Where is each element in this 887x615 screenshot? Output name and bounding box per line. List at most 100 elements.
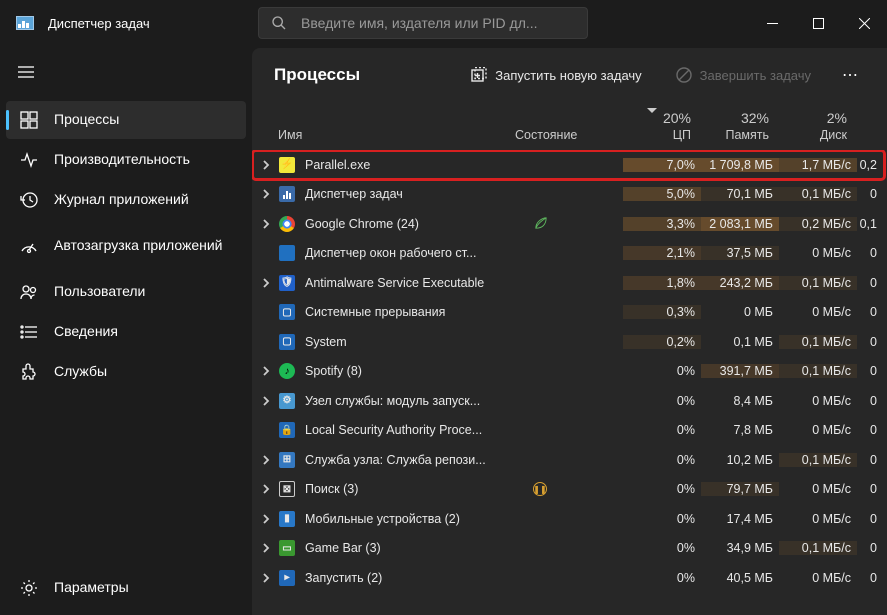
- process-name: Мобильные устройства (2): [305, 512, 533, 526]
- nav-users[interactable]: Пользователи: [6, 273, 246, 311]
- memory-cell: 0,1 МБ: [701, 335, 779, 349]
- cpu-cell: 0,2%: [623, 335, 701, 349]
- chevron-right-icon[interactable]: [254, 396, 278, 406]
- maximize-button[interactable]: [795, 0, 841, 46]
- table-row[interactable]: ⚙Узел службы: модуль запуск...0%8,4 МБ0 …: [252, 386, 885, 416]
- chevron-right-icon[interactable]: [254, 543, 278, 553]
- nav-settings[interactable]: Параметры: [6, 569, 246, 607]
- table-row[interactable]: ♪Spotify (8)0%391,7 МБ0,1 МБ/с0: [252, 357, 885, 387]
- list-icon: [20, 323, 38, 341]
- table-row[interactable]: ⚡Parallel.exe7,0%1 709,8 МБ1,7 МБ/с0,2: [252, 150, 885, 180]
- process-name: Antimalware Service Executable: [305, 276, 533, 290]
- col-memory[interactable]: 32%Память: [691, 110, 769, 142]
- nav-app-history[interactable]: Журнал приложений: [6, 181, 246, 219]
- process-icon: ⚙: [278, 393, 296, 409]
- col-name[interactable]: Имя: [278, 128, 515, 142]
- table-row[interactable]: Диспетчер задач5,0%70,1 МБ0,1 МБ/с0: [252, 180, 885, 210]
- chevron-right-icon[interactable]: [254, 366, 278, 376]
- sidebar: Процессы Производительность Журнал прило…: [0, 46, 252, 615]
- col-status[interactable]: Состояние: [515, 128, 613, 142]
- cpu-cell: 0%: [623, 482, 701, 496]
- cpu-cell: 3,3%: [623, 217, 701, 231]
- search-input[interactable]: [301, 15, 575, 31]
- run-task-icon: [471, 67, 487, 83]
- process-icon: ⊠: [278, 481, 296, 497]
- chevron-right-icon[interactable]: [254, 160, 278, 170]
- process-name: Spotify (8): [305, 364, 533, 378]
- close-button[interactable]: [841, 0, 887, 46]
- chevron-right-icon[interactable]: [254, 189, 278, 199]
- nav-processes[interactable]: Процессы: [6, 101, 246, 139]
- memory-cell: 37,5 МБ: [701, 246, 779, 260]
- col-cpu[interactable]: 20%ЦП: [613, 110, 691, 142]
- table-row[interactable]: 🔒Local Security Authority Proce...0%7,8 …: [252, 416, 885, 446]
- chevron-right-icon[interactable]: [254, 278, 278, 288]
- disk-cell: 0,1 МБ/с: [779, 453, 857, 467]
- table-row[interactable]: ▢Системные прерывания0,3%0 МБ0 МБ/с0: [252, 298, 885, 328]
- process-icon: [278, 186, 296, 202]
- app-icon: [16, 16, 34, 30]
- memory-cell: 243,2 МБ: [701, 276, 779, 290]
- minimize-button[interactable]: [749, 0, 795, 46]
- cpu-cell: 0%: [623, 423, 701, 437]
- disk-cell: 1,7 МБ/с: [779, 158, 857, 172]
- process-icon: ▮: [278, 511, 296, 527]
- extra-cell: 0: [857, 423, 877, 437]
- chevron-right-icon[interactable]: [254, 484, 278, 494]
- process-status: [533, 216, 623, 231]
- table-row[interactable]: Google Chrome (24)3,3%2 083,1 МБ0,2 МБ/с…: [252, 209, 885, 239]
- memory-cell: 40,5 МБ: [701, 571, 779, 585]
- table-row[interactable]: ▭Game Bar (3)0%34,9 МБ0,1 МБ/с0: [252, 534, 885, 564]
- cpu-cell: 0%: [623, 541, 701, 555]
- extra-cell: 0,2: [857, 158, 877, 172]
- table-row[interactable]: ▢System0,2%0,1 МБ0,1 МБ/с0: [252, 327, 885, 357]
- run-task-button[interactable]: Запустить новую задачу: [459, 58, 653, 92]
- memory-cell: 34,9 МБ: [701, 541, 779, 555]
- process-name: Диспетчер задач: [305, 187, 533, 201]
- memory-cell: 1 709,8 МБ: [701, 158, 779, 172]
- search-icon: [271, 15, 287, 31]
- memory-cell: 10,2 МБ: [701, 453, 779, 467]
- disk-cell: 0 МБ/с: [779, 512, 857, 526]
- process-icon: ⚡: [278, 157, 296, 173]
- process-icon: [278, 216, 296, 232]
- col-disk[interactable]: 2%Диск: [769, 110, 847, 142]
- chevron-right-icon[interactable]: [254, 573, 278, 583]
- grid-icon: [20, 111, 38, 129]
- table-row[interactable]: 🛡Antimalware Service Executable1,8%243,2…: [252, 268, 885, 298]
- process-list[interactable]: ⚡Parallel.exe7,0%1 709,8 МБ1,7 МБ/с0,2 Ди…: [252, 150, 887, 615]
- table-row[interactable]: ⊠Поиск (3)❚❚0%79,7 МБ0 МБ/с0: [252, 475, 885, 505]
- app-title: Диспетчер задач: [48, 16, 258, 31]
- table-row[interactable]: ⊞Служба узла: Служба репози...0%10,2 МБ0…: [252, 445, 885, 475]
- disk-cell: 0 МБ/с: [779, 305, 857, 319]
- users-icon: [20, 283, 38, 301]
- nav-startup[interactable]: Автозагрузка приложений: [6, 221, 246, 271]
- extra-cell: 0: [857, 394, 877, 408]
- table-row[interactable]: ▸Запустить (2)0%40,5 МБ0 МБ/с0: [252, 563, 885, 593]
- extra-cell: 0: [857, 187, 877, 201]
- process-name: Диспетчер окон рабочего ст...: [305, 246, 533, 260]
- process-name: Game Bar (3): [305, 541, 533, 555]
- table-row[interactable]: Диспетчер окон рабочего ст... 2,1%37,5 МБ…: [252, 239, 885, 269]
- chevron-right-icon[interactable]: [254, 514, 278, 524]
- nav-services[interactable]: Службы: [6, 353, 246, 391]
- nav-details[interactable]: Сведения: [6, 313, 246, 351]
- hamburger-button[interactable]: [4, 54, 48, 90]
- disk-cell: 0 МБ/с: [779, 482, 857, 496]
- puzzle-icon: [20, 363, 38, 381]
- chevron-right-icon[interactable]: [254, 219, 278, 229]
- extra-cell: 0: [857, 246, 877, 260]
- cpu-cell: 2,1%: [623, 246, 701, 260]
- gauge-icon: [20, 237, 38, 255]
- table-header: Имя Состояние 20%ЦП 32%Память 2%Диск: [252, 102, 887, 150]
- cpu-cell: 7,0%: [623, 158, 701, 172]
- process-name: System: [305, 335, 533, 349]
- more-button[interactable]: ⋯: [833, 65, 869, 85]
- cpu-cell: 0%: [623, 394, 701, 408]
- table-row[interactable]: ▮Мобильные устройства (2)0%17,4 МБ0 МБ/с…: [252, 504, 885, 534]
- search-box[interactable]: [258, 7, 588, 39]
- nav-performance[interactable]: Производительность: [6, 141, 246, 179]
- cpu-cell: 0,3%: [623, 305, 701, 319]
- chevron-right-icon[interactable]: [254, 455, 278, 465]
- cpu-cell: 5,0%: [623, 187, 701, 201]
